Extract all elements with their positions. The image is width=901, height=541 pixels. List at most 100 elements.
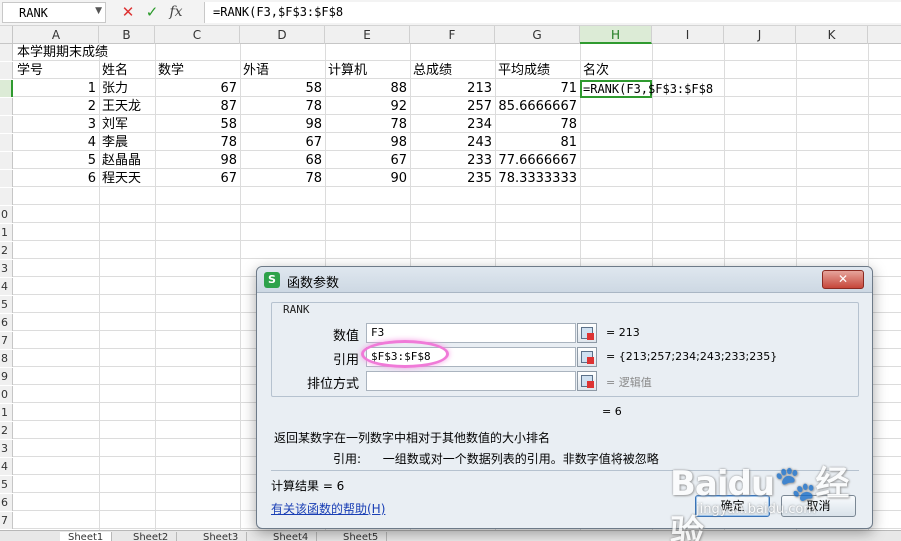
collapse-dialog-icon[interactable]: [577, 323, 597, 343]
row-header[interactable]: [0, 44, 13, 61]
cell-comp[interactable]: 90: [325, 170, 410, 187]
cell-comp[interactable]: 78: [325, 116, 410, 133]
row-header[interactable]: 4: [0, 458, 13, 475]
help-link[interactable]: 有关该函数的帮助(H): [271, 500, 385, 517]
row-header[interactable]: [0, 170, 13, 187]
cell-name[interactable]: 赵晶晶: [99, 152, 155, 169]
cell-id[interactable]: 4: [14, 134, 99, 151]
cell-id[interactable]: 3: [14, 116, 99, 133]
row-header[interactable]: [0, 62, 13, 79]
column-header-c[interactable]: C: [155, 26, 240, 44]
cell-id[interactable]: 6: [14, 170, 99, 187]
cell-math[interactable]: 67: [155, 80, 240, 97]
row-header[interactable]: 6: [0, 314, 13, 331]
cell-lang[interactable]: 58: [240, 80, 325, 97]
cell-lang[interactable]: 78: [240, 98, 325, 115]
column-header-f[interactable]: F: [410, 26, 495, 44]
header-cell[interactable]: 数学: [155, 62, 240, 79]
row-header[interactable]: 2: [0, 422, 13, 439]
cell-id[interactable]: 2: [14, 98, 99, 115]
column-header-a[interactable]: A: [14, 26, 99, 44]
cell-total[interactable]: 235: [410, 170, 495, 187]
row-header[interactable]: 2: [0, 242, 13, 259]
header-cell[interactable]: 平均成绩: [495, 62, 580, 79]
dialog-title-bar[interactable]: S 函数参数 ✕: [257, 267, 872, 293]
tab-sheet3[interactable]: Sheet3: [195, 532, 248, 541]
tab-sheet1[interactable]: Sheet1: [60, 532, 113, 541]
sheet-title-cell[interactable]: 本学期期末成绩: [14, 44, 214, 61]
cell-lang[interactable]: 98: [240, 116, 325, 133]
row-header[interactable]: 3: [0, 260, 13, 277]
row-header[interactable]: [0, 116, 13, 133]
cell-comp[interactable]: 92: [325, 98, 410, 115]
arg-input-order[interactable]: [366, 371, 576, 391]
cell-name[interactable]: 张力: [99, 80, 155, 97]
cell-avg[interactable]: 81: [495, 134, 580, 151]
column-header-b[interactable]: B: [99, 26, 155, 44]
cell-comp[interactable]: 88: [325, 80, 410, 97]
cell-avg[interactable]: 78: [495, 116, 580, 133]
row-header[interactable]: 5: [0, 296, 13, 313]
cell-avg[interactable]: 77.6666667: [495, 152, 580, 169]
cell-math[interactable]: 98: [155, 152, 240, 169]
row-header[interactable]: [0, 188, 13, 205]
cell-comp[interactable]: 67: [325, 152, 410, 169]
tab-sheet4[interactable]: Sheet4: [265, 532, 318, 541]
row-header[interactable]: [0, 152, 13, 169]
column-header-d[interactable]: D: [240, 26, 325, 44]
cell-math[interactable]: 58: [155, 116, 240, 133]
select-all-corner[interactable]: [0, 26, 13, 44]
cell-total[interactable]: 243: [410, 134, 495, 151]
cell-name[interactable]: 李晨: [99, 134, 155, 151]
cancel-formula-icon[interactable]: ✕: [118, 2, 138, 23]
enter-formula-icon[interactable]: ✓: [142, 2, 162, 23]
column-header-e[interactable]: E: [325, 26, 410, 44]
cell-lang[interactable]: 68: [240, 152, 325, 169]
row-header[interactable]: 9: [0, 368, 13, 385]
cell-id[interactable]: 1: [14, 80, 99, 97]
row-header[interactable]: 1: [0, 404, 13, 421]
header-cell[interactable]: 计算机: [325, 62, 410, 79]
tab-sheet2[interactable]: Sheet2: [125, 532, 178, 541]
column-header-k[interactable]: K: [796, 26, 868, 44]
row-header[interactable]: [0, 98, 13, 115]
close-button[interactable]: ✕: [822, 270, 864, 289]
cell-name[interactable]: 刘军: [99, 116, 155, 133]
column-header-h[interactable]: H: [580, 26, 652, 44]
cell-name[interactable]: 王天龙: [99, 98, 155, 115]
cell-math[interactable]: 87: [155, 98, 240, 115]
formula-input[interactable]: =RANK(F3,$F$3:$F$8: [204, 2, 901, 23]
row-header[interactable]: 8: [0, 350, 13, 367]
cell-lang[interactable]: 78: [240, 170, 325, 187]
row-header[interactable]: 6: [0, 494, 13, 511]
header-cell[interactable]: 外语: [240, 62, 325, 79]
header-cell[interactable]: 姓名: [99, 62, 155, 79]
collapse-dialog-icon[interactable]: [577, 347, 597, 367]
tab-sheet5[interactable]: Sheet5: [335, 532, 388, 541]
header-cell[interactable]: 总成绩: [410, 62, 495, 79]
column-header-j[interactable]: J: [724, 26, 796, 44]
cell-lang[interactable]: 67: [240, 134, 325, 151]
cell-id[interactable]: 5: [14, 152, 99, 169]
cell-comp[interactable]: 98: [325, 134, 410, 151]
row-header[interactable]: 3: [0, 440, 13, 457]
collapse-dialog-icon[interactable]: [577, 371, 597, 391]
row-header[interactable]: 7: [0, 512, 13, 529]
row-header[interactable]: 4: [0, 278, 13, 295]
row-header[interactable]: [0, 134, 13, 151]
column-header-g[interactable]: G: [495, 26, 580, 44]
cell-avg[interactable]: 85.6666667: [495, 98, 580, 115]
cell-total[interactable]: 234: [410, 116, 495, 133]
cell-math[interactable]: 78: [155, 134, 240, 151]
cell-math[interactable]: 67: [155, 170, 240, 187]
header-cell[interactable]: 学号: [14, 62, 99, 79]
row-header[interactable]: [0, 80, 13, 97]
cell-total[interactable]: 257: [410, 98, 495, 115]
header-cell[interactable]: 名次: [580, 62, 652, 79]
column-header-i[interactable]: I: [652, 26, 724, 44]
cell-avg[interactable]: 71: [495, 80, 580, 97]
name-box[interactable]: RANK ▼: [2, 2, 106, 23]
row-header[interactable]: 0: [0, 206, 13, 223]
cell-avg[interactable]: 78.3333333: [495, 170, 580, 187]
cell-name[interactable]: 程天天: [99, 170, 155, 187]
